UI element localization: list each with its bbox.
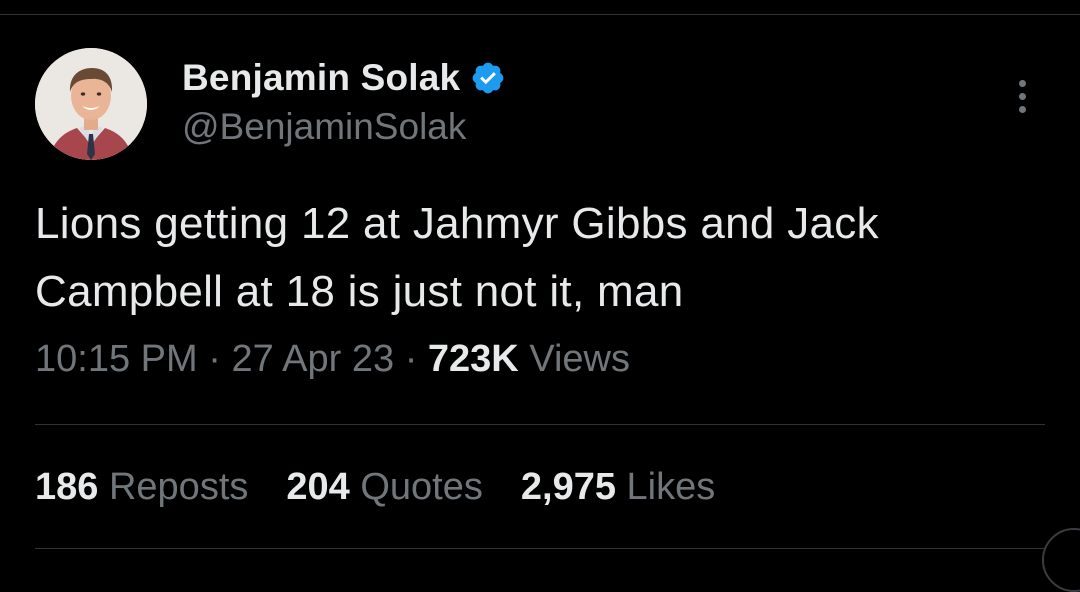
tweet-text-line: Lions getting 12 at Jahmyr Gibbs and Jac…	[35, 199, 879, 248]
views-label: Views	[529, 338, 630, 380]
quotes-stat[interactable]: 204 Quotes	[286, 466, 483, 509]
engagement-stats: 186 Reposts 204 Quotes 2,975 Likes	[35, 466, 715, 509]
reposts-count: 186	[35, 466, 99, 508]
reposts-stat[interactable]: 186 Reposts	[35, 466, 248, 509]
tweet-date[interactable]: 27 Apr 23	[231, 338, 394, 380]
scroll-to-top-button[interactable]	[1042, 528, 1080, 592]
quotes-label: Quotes	[360, 466, 483, 508]
avatar[interactable]	[35, 48, 147, 160]
views-count: 723K	[427, 338, 519, 380]
author-name-row: Benjamin Solak	[182, 56, 506, 100]
tweet-meta: 10:15 PM · 27 Apr 23 · 723K Views	[35, 338, 630, 381]
meta-separator: ·	[208, 338, 221, 380]
tweet-text-line: Campbell at 18 is just not it, man	[35, 267, 684, 316]
more-options-icon-dot	[1018, 92, 1026, 100]
bottom-divider	[35, 548, 1045, 549]
stats-divider	[35, 424, 1045, 425]
more-options-icon-dot	[1018, 105, 1026, 113]
avatar-photo	[35, 48, 147, 160]
tweet-time[interactable]: 10:15 PM	[35, 338, 198, 380]
likes-label: Likes	[626, 466, 716, 508]
more-options-button[interactable]	[1008, 74, 1036, 118]
author-handle[interactable]: @BenjaminSolak	[182, 106, 466, 148]
tweet-text: Lions getting 12 at Jahmyr Gibbs and Jac…	[35, 190, 1055, 326]
likes-stat[interactable]: 2,975 Likes	[521, 466, 715, 509]
more-options-icon-dot	[1018, 79, 1026, 87]
author-display-name[interactable]: Benjamin Solak	[182, 57, 460, 99]
top-divider	[0, 14, 1080, 15]
meta-separator: ·	[404, 338, 418, 380]
quotes-count: 204	[286, 466, 350, 508]
verified-badge-icon	[472, 62, 504, 94]
likes-count: 2,975	[520, 466, 616, 508]
reposts-label: Reposts	[108, 466, 249, 508]
